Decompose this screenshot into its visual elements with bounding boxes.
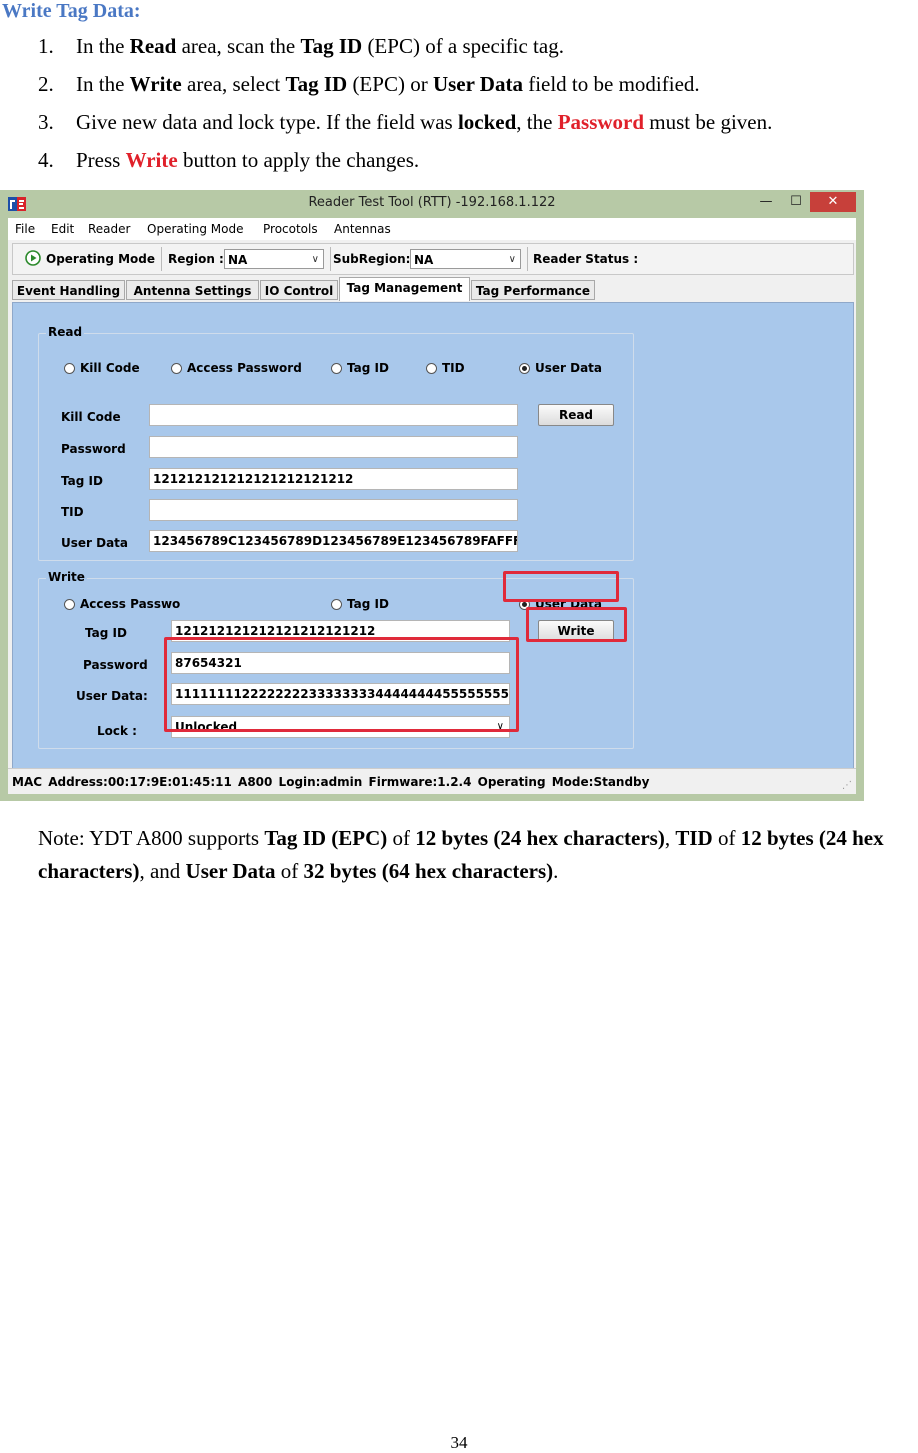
radio-icon [331,599,342,610]
menu-file[interactable]: File [15,222,35,236]
read-user-data-label: User Data [61,536,129,550]
radio-icon [64,599,75,610]
read-group: Read Kill Code Access Password Tag ID TI… [38,325,634,561]
write-radio-tag-id[interactable]: Tag ID [331,597,389,611]
highlight-user-data-radio [503,571,619,602]
menu-reader[interactable]: Reader [88,222,130,236]
page-number: 34 [450,1433,468,1452]
title-bar: Reader Test Tool (RTT) -192.168.1.122 — … [0,190,864,218]
step-3: 3. Give new data and lock type. If the fi… [38,110,773,134]
write-password-label: Password [83,658,148,672]
note-paragraph: Note: YDT A800 supports Tag ID (EPC) of … [38,826,884,883]
play-icon[interactable] [25,250,41,266]
read-tag-id-label: Tag ID [61,474,103,488]
app-window-screenshot: Reader Test Tool (RTT) -192.168.1.122 — … [0,190,864,801]
tab-tag-management[interactable]: Tag Management [339,277,470,301]
tab-antenna-settings[interactable]: Antenna Settings [126,280,259,300]
step-1: 1. In the Read area, scan the Tag ID (EPC… [38,34,564,58]
close-icon[interactable]: ✕ [810,192,856,212]
write-user-data-label: User Data: [76,689,148,703]
menu-bar: File Edit Reader Operating Mode Procotol… [8,218,856,240]
tab-tag-performance[interactable]: Tag Performance [471,280,595,300]
radio-selected-icon [519,363,530,374]
highlight-write-button [526,607,627,642]
read-radio-access-password[interactable]: Access Password [171,361,302,375]
menu-edit[interactable]: Edit [51,222,74,236]
chevron-down-icon: ∨ [508,254,516,265]
toolbar-separator [527,247,528,271]
toolbar: Operating Mode Region : NA ∨ SubRegion: N… [12,243,854,275]
step-list: 1. In the Read area, scan the Tag ID (EPC… [38,30,772,182]
read-radio-user-data[interactable]: User Data [519,361,602,375]
read-kill-code-label: Kill Code [61,410,121,424]
subregion-label: SubRegion: [333,252,411,266]
tag-management-panel: Read Kill Code Access Password Tag ID TI… [12,302,854,786]
status-text: MAC Address:00:17:9E:01:45:11 A800 Login… [12,775,650,789]
write-radio-access-password[interactable]: Access Passwo [64,597,184,611]
menu-protocols[interactable]: Procotols [263,222,318,236]
toolbar-separator [330,247,331,271]
section-heading: Write Tag Data: [2,0,141,22]
toolbar-separator [161,247,162,271]
step-2: 2. In the Write area, select Tag ID (EPC)… [38,72,700,96]
read-password-field[interactable] [149,436,518,458]
window-title: Reader Test Tool (RTT) -192.168.1.122 [308,195,556,210]
read-tid-label: TID [61,505,84,519]
read-button[interactable]: Read [538,404,614,426]
step-4: 4. Press Write button to apply the change… [38,148,420,172]
minimize-icon[interactable]: — [752,192,780,212]
reader-status-label: Reader Status : [533,252,639,266]
radio-icon [64,363,75,374]
radio-icon [331,363,342,374]
status-bar: MAC Address:00:17:9E:01:45:11 A800 Login… [8,768,856,794]
subregion-select[interactable]: NA ∨ [410,249,521,269]
read-tag-id-field[interactable]: 121212121212121212121212 [149,468,518,490]
chevron-down-icon: ∨ [311,254,319,265]
read-group-title: Read [46,325,85,339]
region-select[interactable]: NA ∨ [224,249,324,269]
tab-event-handling[interactable]: Event Handling [12,280,125,300]
operating-mode-label[interactable]: Operating Mode [46,252,155,266]
resize-grip-icon[interactable]: ⋰ [842,780,852,791]
read-radio-kill-code[interactable]: Kill Code [64,361,140,375]
read-radio-tag-id[interactable]: Tag ID [331,361,389,375]
read-kill-code-field[interactable] [149,404,518,426]
menu-antennas[interactable]: Antennas [334,222,391,236]
tab-io-control[interactable]: IO Control [260,280,338,300]
highlight-write-fields [164,637,519,732]
window-client: File Edit Reader Operating Mode Procotol… [8,218,856,794]
lock-label: Lock : [97,724,137,738]
read-password-label: Password [61,442,126,456]
maximize-icon[interactable]: ☐ [782,192,810,212]
write-group-title: Write [46,570,87,584]
radio-icon [426,363,437,374]
menu-operating-mode[interactable]: Operating Mode [147,222,244,236]
write-tag-id-label: Tag ID [85,626,127,640]
read-user-data-field[interactable]: 123456789C123456789D123456789E123456789F… [149,530,518,552]
radio-icon [171,363,182,374]
read-tid-field[interactable] [149,499,518,521]
region-label: Region : [168,252,224,266]
read-radio-tid[interactable]: TID [426,361,465,375]
